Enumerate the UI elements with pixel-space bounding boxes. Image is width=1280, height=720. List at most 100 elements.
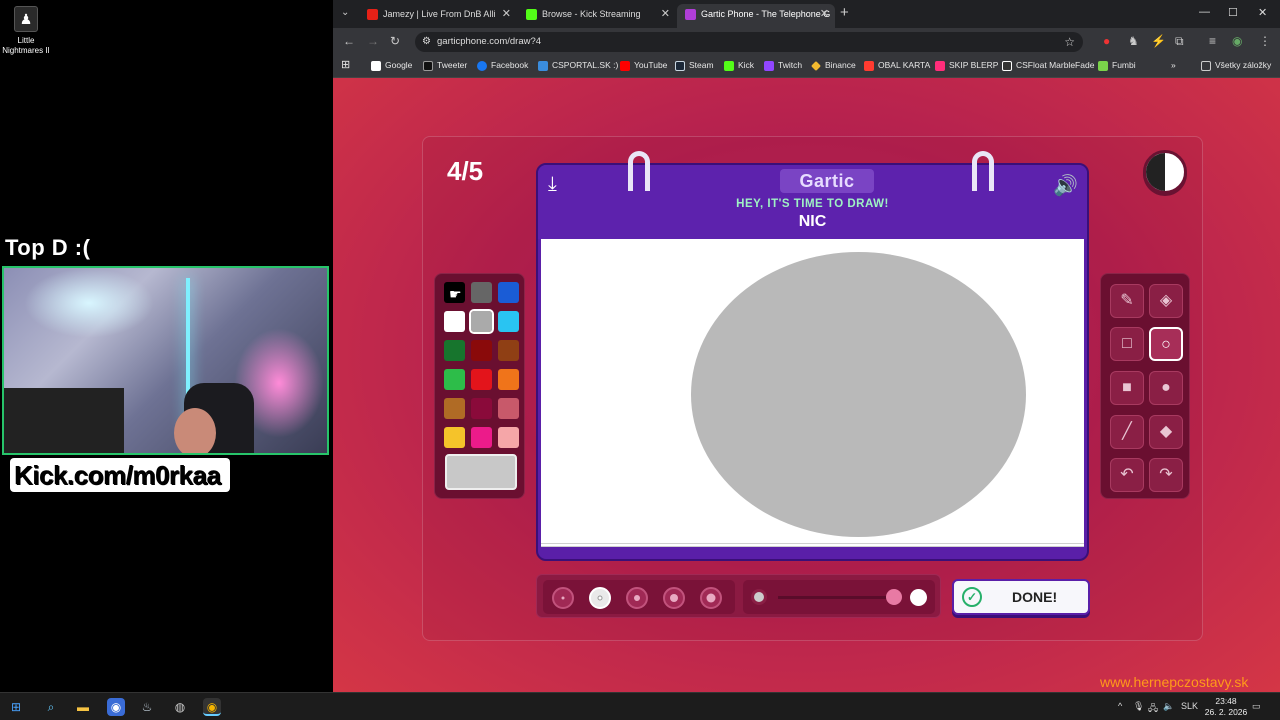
slider-thumb[interactable] — [886, 589, 902, 605]
window-close-icon[interactable]: ✕ — [1258, 6, 1267, 19]
steam-icon[interactable]: ♨ — [138, 698, 156, 716]
fill-bucket-tool-icon[interactable]: ◆ — [1149, 415, 1183, 449]
menu-icon[interactable]: ⋮ — [1259, 34, 1271, 48]
brush-size-2[interactable] — [589, 587, 611, 609]
mic-icon[interactable]: 🎙 — [1133, 701, 1144, 712]
extension-icon[interactable]: ● — [1103, 34, 1110, 48]
notifications-icon[interactable]: ▭ — [1252, 701, 1261, 712]
color-swatch[interactable] — [498, 369, 519, 390]
bookmark-steam[interactable]: Steam — [675, 60, 714, 71]
maximize-icon[interactable]: ☐ — [1228, 6, 1238, 19]
rectangle-fill-tool-icon[interactable]: ■ — [1110, 371, 1144, 405]
opacity-max-icon — [910, 589, 927, 606]
color-swatch[interactable] — [471, 282, 492, 303]
color-swatch[interactable] — [498, 398, 519, 419]
bookmark-star-icon[interactable]: ☆ — [1064, 32, 1075, 52]
volume-tray-icon[interactable]: 🔈 — [1163, 701, 1174, 712]
tab-jamezy[interactable]: Jamezy | Live From DnB Alli ✕ — [359, 4, 517, 28]
twitch-icon — [764, 61, 774, 71]
color-swatch[interactable] — [444, 398, 465, 419]
bookmark-csportal[interactable]: CSPORTAL.SK :) — [538, 60, 618, 71]
bookmark-youtube[interactable]: YouTube — [620, 60, 667, 71]
theme-toggle-icon[interactable] — [1143, 150, 1187, 194]
color-swatch[interactable] — [469, 309, 494, 334]
profile-avatar-icon[interactable]: ◉ — [1232, 34, 1242, 48]
bookmark-skip-blerp[interactable]: SKIP BLERP — [935, 60, 998, 71]
close-icon[interactable]: ✕ — [820, 4, 829, 24]
brush-size-4[interactable] — [663, 587, 685, 609]
done-button[interactable]: ✓ DONE! — [952, 579, 1090, 615]
eraser-tool-icon[interactable]: ◈ — [1149, 284, 1183, 318]
color-swatch[interactable] — [471, 340, 492, 361]
bookmark-obal-karta[interactable]: OBAL KARTA — [864, 60, 930, 71]
volume-icon[interactable]: 🔊 — [1053, 173, 1078, 198]
color-swatch[interactable] — [498, 282, 519, 303]
undo-icon[interactable]: ↶ — [1110, 458, 1144, 492]
chrome-icon[interactable]: ◉ — [203, 698, 221, 716]
rectangle-outline-tool-icon[interactable]: □ — [1110, 327, 1144, 361]
bookmarks-overflow-icon[interactable]: » — [1171, 60, 1176, 70]
ellipse-fill-tool-icon[interactable]: ● — [1149, 371, 1183, 405]
brush-size-3[interactable] — [626, 587, 648, 609]
windows-start-icon[interactable]: ⊞ — [7, 698, 25, 716]
bookmark-google[interactable]: Google — [371, 60, 412, 71]
address-input[interactable]: ⚙ garticphone.com/draw?4 ☆ — [415, 32, 1083, 52]
bookmark-kick[interactable]: Kick — [724, 60, 754, 71]
chrome-alt-icon[interactable]: ◉ — [107, 698, 125, 716]
drawing-canvas[interactable] — [541, 239, 1084, 547]
extension-icon[interactable]: ♞ — [1128, 34, 1139, 48]
color-swatch[interactable] — [444, 427, 465, 448]
download-icon[interactable]: ⤓ — [548, 173, 557, 196]
color-swatch[interactable] — [471, 398, 492, 419]
extensions-puzzle-icon[interactable]: ⧉ — [1175, 34, 1184, 49]
close-icon[interactable]: ✕ — [661, 4, 670, 24]
color-swatch[interactable] — [471, 427, 492, 448]
line-tool-icon[interactable]: ╱ — [1110, 415, 1144, 449]
tab-title: Gartic Phone - The Telephone G — [701, 9, 831, 19]
color-swatch[interactable] — [498, 340, 519, 361]
minimize-icon[interactable]: — — [1199, 6, 1210, 18]
file-explorer-icon[interactable]: ▬ — [74, 698, 92, 716]
tray-overflow-icon[interactable]: ^ — [1118, 701, 1122, 711]
tab-gartic[interactable]: Gartic Phone - The Telephone G ✕ — [677, 4, 835, 28]
bookmark-tweeter[interactable]: Tweeter — [423, 60, 467, 71]
bookmark-binance[interactable]: Binance — [811, 60, 856, 71]
new-tab-icon[interactable]: + — [840, 4, 849, 21]
windows-taskbar: ⊞ ⌕ ▬ ◉ ♨ ◍ ◉ ^ 🎙 🖧 🔈 SLK 23:48 26. 2. 2… — [0, 692, 1280, 720]
media-icon[interactable]: ≡ — [1209, 34, 1216, 48]
clock[interactable]: 23:48 26. 2. 2026 — [1204, 696, 1248, 718]
bookmark-fumbi[interactable]: Fumbi — [1098, 60, 1136, 71]
color-swatch[interactable] — [498, 311, 519, 332]
prompt-heading: HEY, IT'S TIME TO DRAW! — [736, 198, 889, 210]
obs-icon[interactable]: ◍ — [171, 698, 189, 716]
pen-tool-icon[interactable]: ✎ — [1110, 284, 1144, 318]
color-swatch[interactable] — [444, 311, 465, 332]
desktop-shortcut[interactable]: ♟ Little Nightmares II — [2, 6, 50, 56]
redo-icon[interactable]: ↷ — [1149, 458, 1183, 492]
forward-icon[interactable]: → — [367, 34, 379, 48]
close-icon[interactable]: ✕ — [502, 4, 511, 24]
apps-grid-icon[interactable]: ⊞ — [341, 58, 350, 71]
back-icon[interactable]: ← — [343, 34, 355, 48]
bookmark-csfloat[interactable]: CSFloat MarbleFade — [1002, 60, 1094, 71]
all-bookmarks-folder[interactable]: Všetky záložky — [1201, 60, 1271, 71]
brush-size-1[interactable] — [552, 587, 574, 609]
bookmark-twitch[interactable]: Twitch — [764, 60, 802, 71]
reload-icon[interactable]: ↻ — [390, 34, 400, 48]
color-swatch[interactable] — [498, 427, 519, 448]
site-info-icon[interactable]: ⚙ — [422, 32, 431, 52]
tab-kick[interactable]: Browse - Kick Streaming ✕ — [518, 4, 676, 28]
search-icon[interactable]: ⌕ — [42, 698, 60, 716]
tab-search-icon[interactable]: ⌄ — [341, 7, 349, 18]
opacity-slider[interactable] — [743, 580, 935, 614]
bookmark-facebook[interactable]: Facebook — [477, 60, 528, 71]
language-indicator[interactable]: SLK — [1181, 701, 1198, 711]
color-swatch[interactable] — [444, 340, 465, 361]
extension-icon[interactable]: ⚡ — [1151, 34, 1166, 48]
ellipse-outline-tool-icon[interactable]: ○ — [1149, 327, 1183, 361]
color-swatch[interactable] — [444, 369, 465, 390]
brush-size-5[interactable] — [700, 587, 722, 609]
bookmark-label: Steam — [689, 60, 714, 70]
network-icon[interactable]: 🖧 — [1148, 701, 1158, 717]
color-swatch[interactable] — [471, 369, 492, 390]
